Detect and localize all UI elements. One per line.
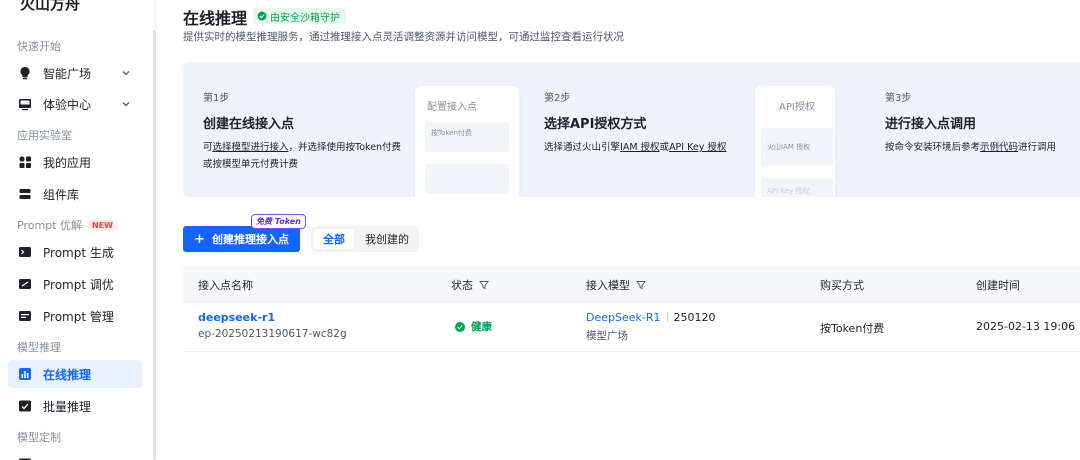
free-token-badge: 免费 Token [251,214,306,229]
filter-icon[interactable] [479,280,489,290]
brand-title: 火山方舟 [20,0,81,13]
tab-all[interactable]: 全部 [314,229,354,249]
sidebar-item-prompt-manage[interactable]: Prompt 管理 [8,302,142,330]
mock-config-title: 配置接入点 [427,102,477,113]
section-app-lab: 应用实验室 [17,129,72,142]
mock-blank-chip [425,164,509,194]
chevron-down-icon [122,102,130,107]
prompt-tune-icon [18,277,32,291]
endpoint-id: ep-20250213190617-wc82g [198,328,347,340]
iam-auth-link[interactable]: IAM 授权 [620,142,660,153]
sidebar: 火山方舟 快速开始 智能广场 体验中心 应用实验室 我的应用 组件库 Promp… [0,0,156,460]
bulb-icon [18,66,32,80]
step-3-label: 第3步 [885,93,912,104]
bar-chart-icon [18,367,32,381]
sample-code-link[interactable]: 示例代码 [980,142,1018,153]
divider [666,312,668,322]
endpoint-name-link[interactable]: deepseek-r1 [198,311,275,324]
step-1-label: 第1步 [203,93,230,104]
section-model-inference: 模型推理 [17,341,61,354]
new-badge: NEW [87,220,117,231]
sidebar-item-label: 组件库 [43,187,80,202]
sidebar-item-online-inference[interactable]: 在线推理 [8,360,142,388]
sidebar-item-experience[interactable]: 体验中心 [8,90,142,118]
step-3-desc: 按命令安装环境后参考示例代码进行调用 [885,142,1057,153]
apps-icon [18,155,32,169]
chevron-down-icon [122,71,130,76]
section-quick-start: 快速开始 [17,40,61,53]
monitor-icon [18,97,32,111]
check-circle-icon [455,321,465,332]
billing-method: 按Token付费 [820,322,885,335]
col-status[interactable]: 状态 [451,277,489,293]
plus-icon: + [194,231,205,247]
create-endpoint-button[interactable]: + 创建推理接入点 [183,226,300,252]
sidebar-item-label: 在线推理 [43,367,92,382]
step-2-title: 选择API授权方式 [544,117,647,132]
sidebar-item-prompt-generate[interactable]: Prompt 生成 [8,238,142,266]
tab-created-by-me[interactable]: 我创建的 [357,229,417,249]
sidebar-item-label: 我的应用 [43,155,92,170]
prompt-manage-icon [18,309,32,323]
sidebar-scrollbar[interactable] [153,30,156,460]
filter-icon[interactable] [636,280,646,290]
sandbox-badge: 由安全沙箱守护 [253,8,346,24]
mock-token-chip: 按Token付费 [425,122,509,152]
model-link[interactable]: DeepSeek-R1 [586,311,661,324]
sidebar-item-label: 智能广场 [43,66,92,81]
step-2-illustration: API授权 火山IAM 授权 API Key 授权 [755,86,835,197]
steps-banner: 第1步 创建在线接入点 可选择模型进行接入，并选择使用按Token付费 或按模型… [183,62,1080,197]
sidebar-item-label: 体验中心 [43,97,92,112]
status-badge: 健康 [455,319,492,334]
step-2-label: 第2步 [544,93,571,104]
select-model-link[interactable]: 选择模型进行接入 [213,142,289,153]
section-model-custom: 模型定制 [17,431,61,444]
table-row[interactable]: deepseek-r1 ep-20250213190617-wc82g 健康 D… [183,302,1080,352]
sidebar-item-batch-inference[interactable]: 批量推理 [8,392,142,420]
step-2-desc: 选择通过火山引擎IAM 授权或API Key 授权 [544,142,727,153]
sidebar-item-label: Prompt 生成 [43,245,114,260]
step-3-title: 进行接入点调用 [885,117,977,132]
shield-check-icon [257,11,267,21]
created-time: 2025-02-13 19:06 [976,320,1076,333]
table-header: 接入点名称 状态 接入模型 购买方式 创建时间 [183,267,1080,302]
page-title: 在线推理 [183,9,248,28]
section-prompt: Prompt 优解 NEW [17,217,117,233]
step-1-desc: 可选择模型进行接入，并选择使用按Token付费 或按模型单元付费计费 [203,142,402,170]
page-subtitle: 提供实时的模型推理服务，通过推理接入点灵活调整资源并访问模型，可通过监控查看运行… [183,31,624,43]
sidebar-item-model-square[interactable]: 智能广场 [8,59,142,87]
model-source: 模型广场 [586,330,628,342]
mock-apikey-chip: API Key 授权 [761,178,833,197]
step-1-illustration: 配置接入点 按Token付费 [415,86,519,197]
mock-api-title: API授权 [779,102,815,113]
col-model[interactable]: 接入模型 [586,277,646,293]
model-cell: DeepSeek-R1 250120 [586,311,716,324]
col-billing: 购买方式 [820,279,864,292]
sidebar-item-my-apps[interactable]: 我的应用 [8,148,142,176]
sidebar-item-partial[interactable] [8,450,142,460]
sidebar-item-label: Prompt 管理 [43,309,114,324]
filter-segment: 全部 我创建的 [311,226,419,252]
col-name: 接入点名称 [198,279,253,292]
mock-iam-chip: 火山IAM 授权 [761,128,833,166]
stack-icon [18,187,32,201]
prompt-generate-icon [18,245,32,259]
model-version: 250120 [673,311,716,324]
step-1-title: 创建在线接入点 [203,117,295,132]
sidebar-item-label: Prompt 调优 [43,277,114,292]
api-key-auth-link[interactable]: API Key 授权 [669,142,726,153]
col-created: 创建时间 [976,279,1020,292]
sidebar-item-label: 批量推理 [43,399,92,414]
sidebar-item-components[interactable]: 组件库 [8,180,142,208]
batch-icon [18,399,32,413]
sidebar-item-prompt-tune[interactable]: Prompt 调优 [8,270,142,298]
